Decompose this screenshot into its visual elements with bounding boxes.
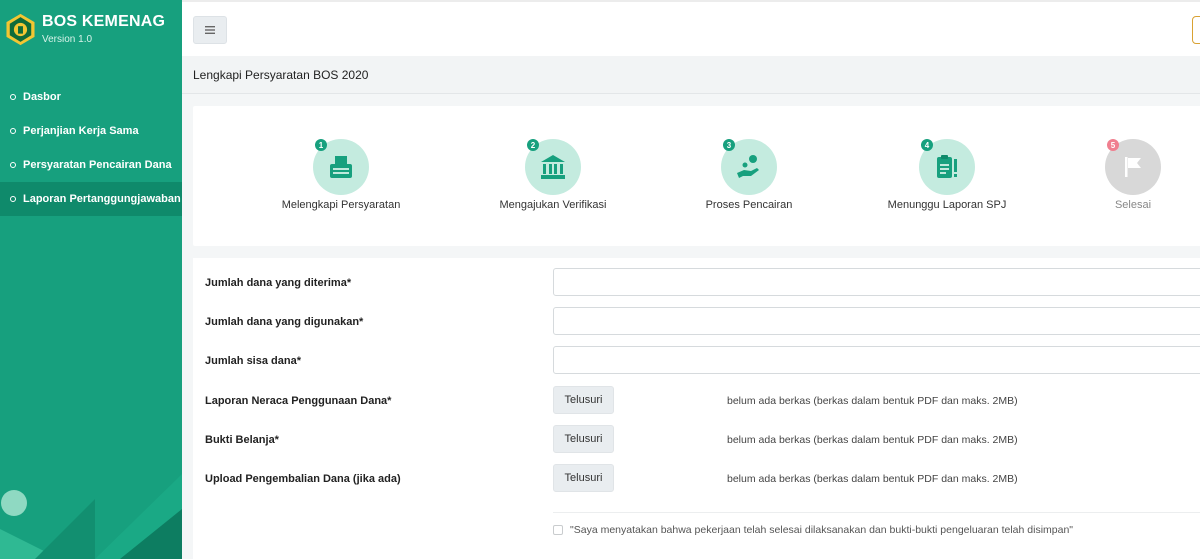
agreement-checkbox-row[interactable]: "Saya menyatakan bahwa pekerjaan telah s… xyxy=(553,524,1073,536)
bank-icon xyxy=(541,155,565,179)
user-menu-button[interactable] xyxy=(1192,16,1200,44)
step-number: 1 xyxy=(315,139,327,151)
sidebar-item-label: Perjanjian Kerja Sama xyxy=(23,125,139,137)
file-status: belum ada berkas (berkas dalam bentuk PD… xyxy=(727,434,1018,446)
step-circle: 5 xyxy=(1105,139,1161,195)
browse-bukti-belanja-button[interactable]: Telusuri xyxy=(553,425,614,453)
sidebar-item-label: Laporan Pertanggungjawaban xyxy=(23,193,181,205)
step-circle: 2 xyxy=(525,139,581,195)
step-circle: 4 xyxy=(919,139,975,195)
step-label: Menunggu Laporan SPJ xyxy=(887,199,1007,211)
step-label: Mengajukan Verifikasi xyxy=(499,199,607,211)
browse-laporan-neraca-button[interactable]: Telusuri xyxy=(553,386,614,414)
dana-digunakan-input[interactable] xyxy=(553,307,1200,335)
file-status: belum ada berkas (berkas dalam bentuk PD… xyxy=(727,395,1018,407)
agreement-checkbox[interactable] xyxy=(553,525,563,535)
step-label: Selesai xyxy=(1114,199,1152,211)
sidebar-item-label: Persyaratan Pencairan Dana xyxy=(23,159,172,171)
divider xyxy=(553,512,1200,513)
app-version: Version 1.0 xyxy=(42,34,93,45)
step-proses-pencairan: 3 Proses Pencairan xyxy=(659,139,839,211)
form-row-dana-digunakan: Jumlah dana yang digunakan* xyxy=(193,307,1200,337)
bullet-icon xyxy=(10,196,16,202)
sidebar-item-label: Dasbor xyxy=(23,91,61,103)
hamburger-button[interactable] xyxy=(193,16,227,44)
form-row-dana-diterima: Jumlah dana yang diterima* xyxy=(193,268,1200,298)
sidebar-item-laporan[interactable]: Laporan Pertanggungjawaban xyxy=(0,182,182,216)
clipboard-alert-icon xyxy=(937,155,957,178)
progress-stepper: 1 Melengkapi Persyaratan 2 Mengajukan Ve… xyxy=(193,106,1200,246)
sisa-dana-input[interactable] xyxy=(553,346,1200,374)
form-row-bukti-belanja: Bukti Belanja* Telusuri belum ada berkas… xyxy=(193,425,1200,455)
sidebar-item-perjanjian[interactable]: Perjanjian Kerja Sama xyxy=(0,114,182,148)
form-row-pengembalian-dana: Upload Pengembalian Dana (jika ada) Telu… xyxy=(193,464,1200,494)
agreement-text: "Saya menyatakan bahwa pekerjaan telah s… xyxy=(570,524,1074,536)
app-title: BOS KEMENAG xyxy=(42,13,166,30)
step-circle: 3 xyxy=(721,139,777,195)
step-number: 4 xyxy=(921,139,933,151)
step-label: Melengkapi Persyaratan xyxy=(281,199,401,211)
field-label: Laporan Neraca Penggunaan Dana* xyxy=(205,395,392,407)
field-label: Upload Pengembalian Dana (jika ada) xyxy=(205,473,401,485)
field-label: Jumlah dana yang digunakan* xyxy=(205,316,364,328)
brand[interactable]: BOS KEMENAG Version 1.0 xyxy=(0,0,182,58)
sidebar-decoration xyxy=(0,474,182,559)
step-selesai: 5 Selesai xyxy=(1043,139,1200,211)
step-menunggu-laporan: 4 Menunggu Laporan SPJ xyxy=(857,139,1037,211)
sidebar-item-dasbor[interactable]: Dasbor xyxy=(0,80,182,114)
flag-icon xyxy=(1125,157,1141,177)
step-number: 2 xyxy=(527,139,539,151)
dana-diterima-input[interactable] xyxy=(553,268,1200,296)
bullet-icon xyxy=(10,94,16,100)
spj-form: Jumlah dana yang diterima* Jumlah dana y… xyxy=(193,258,1200,559)
topbar xyxy=(182,0,1200,56)
step-label: Proses Pencairan xyxy=(705,199,793,211)
browse-pengembalian-dana-button[interactable]: Telusuri xyxy=(553,464,614,492)
typewriter-icon xyxy=(330,156,352,178)
form-row-laporan-neraca: Laporan Neraca Penggunaan Dana* Telusuri… xyxy=(193,386,1200,416)
form-row-sisa-dana: Jumlah sisa dana* xyxy=(193,346,1200,376)
step-circle: 1 xyxy=(313,139,369,195)
page-title: Lengkapi Persyaratan BOS 2020 xyxy=(182,56,1200,94)
bullet-icon xyxy=(10,162,16,168)
kemenag-logo-icon xyxy=(6,13,35,46)
field-label: Jumlah dana yang diterima* xyxy=(205,277,352,289)
step-number: 5 xyxy=(1107,139,1119,151)
field-label: Bukti Belanja* xyxy=(205,434,279,446)
step-melengkapi-persyaratan: 1 Melengkapi Persyaratan xyxy=(251,139,431,211)
sidebar-item-persyaratan[interactable]: Persyaratan Pencairan Dana xyxy=(0,148,182,182)
sidebar-nav: Dasbor Perjanjian Kerja Sama Persyaratan… xyxy=(0,80,182,216)
sidebar: BOS KEMENAG Version 1.0 Dasbor Perjanjia… xyxy=(0,0,182,559)
file-status: belum ada berkas (berkas dalam bentuk PD… xyxy=(727,473,1018,485)
hamburger-icon xyxy=(205,26,215,34)
step-number: 3 xyxy=(723,139,735,151)
bullet-icon xyxy=(10,128,16,134)
step-mengajukan-verifikasi: 2 Mengajukan Verifikasi xyxy=(463,139,643,211)
field-label: Jumlah sisa dana* xyxy=(205,355,301,367)
hand-coin-icon xyxy=(737,155,759,178)
